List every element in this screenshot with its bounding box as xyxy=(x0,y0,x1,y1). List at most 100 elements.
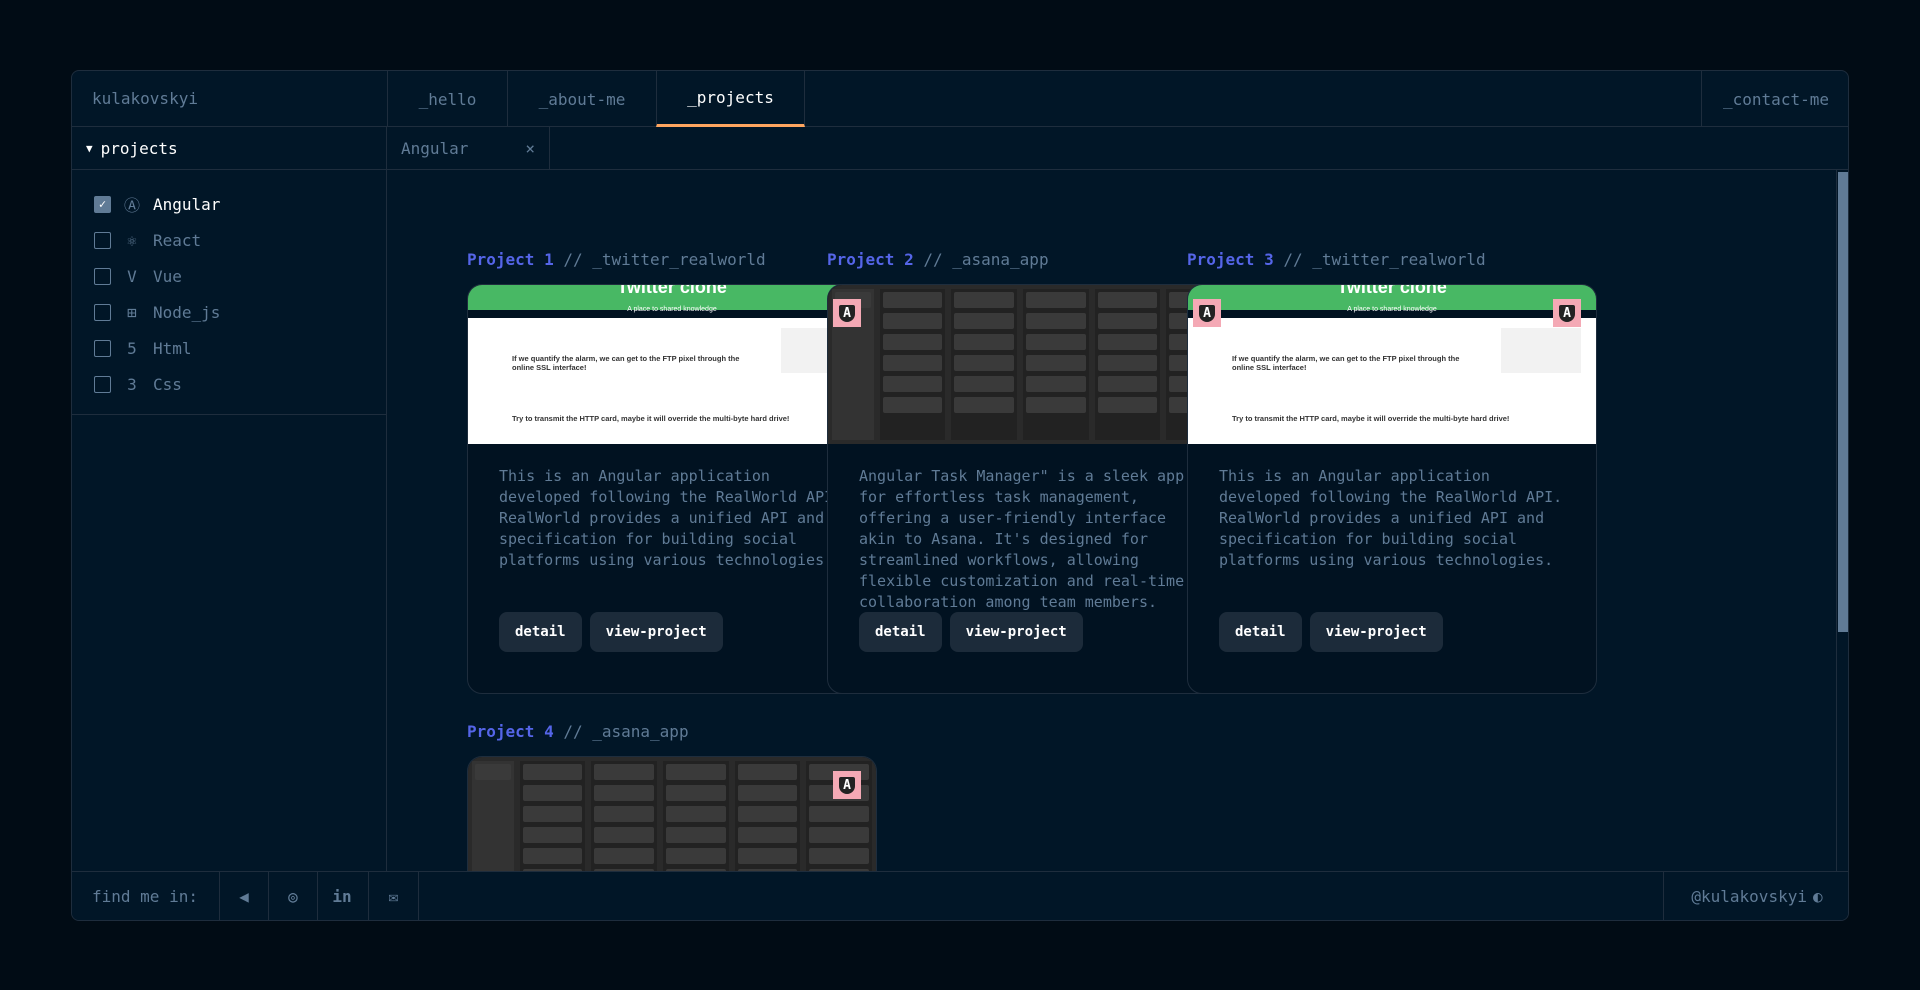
caret-down-icon: ▼ xyxy=(86,141,93,155)
vue-icon: V xyxy=(127,266,137,286)
project-title: Project 1 // _twitter_realworld xyxy=(467,250,877,284)
projects-section-toggle[interactable]: ▼ projects xyxy=(72,127,386,170)
thumb-post-2: Try to transmit the HTTP card, maybe it … xyxy=(512,414,790,423)
filter-angular[interactable]: ✓ Ⓐ Angular xyxy=(94,186,386,222)
project-name: // _asana_app xyxy=(923,250,1049,269)
project-thumbnail[interactable]: A xyxy=(468,757,876,871)
project-card-3: Project 3 // _twitter_realworld Twitter … xyxy=(1187,250,1597,694)
filter-label: Css xyxy=(153,374,182,394)
thumb-body: If we quantify the alarm, we can get to … xyxy=(1188,318,1596,444)
open-tabs-bar: Angular × xyxy=(387,127,1848,170)
mail-link[interactable]: ✉ xyxy=(368,872,419,920)
thumb-post: If we quantify the alarm, we can get to … xyxy=(1232,354,1460,372)
sidebar: ▼ projects ✓ Ⓐ Angular ⚛ React V Vue ⊞ Node_js 5 Ht… xyxy=(72,127,387,871)
projects-grid: Project 1 // _twitter_realworld Twitter … xyxy=(387,170,1836,871)
filter-node_js[interactable]: ⊞ Node_js xyxy=(94,294,386,330)
react-icon: ⚛ xyxy=(127,230,137,250)
open-tab-label: Angular xyxy=(401,139,469,158)
project-card: Twitter clone A place to shared knowledge… xyxy=(1187,284,1597,694)
portfolio-window: kulakovskyi _hello _about-me _projects _… xyxy=(71,70,1849,921)
angular-badge-icon: A xyxy=(1553,299,1581,327)
project-card-4: Project 4 // _asana_app A xyxy=(467,722,877,871)
checkbox[interactable] xyxy=(94,375,111,393)
project-card: A Angular Task Manager" is a sleek app fo… xyxy=(827,284,1237,694)
angular-badge-icon: A xyxy=(833,771,861,799)
filter-react[interactable]: ⚛ React xyxy=(94,222,386,258)
scrollbar[interactable] xyxy=(1836,170,1848,871)
popular-tags xyxy=(1501,328,1581,373)
project-number: Project 2 xyxy=(827,250,914,269)
project-card-1: Project 1 // _twitter_realworld Twitter … xyxy=(467,250,877,694)
checkbox[interactable] xyxy=(94,231,111,249)
find-me-label: find me in: xyxy=(92,887,198,906)
angular-icon: Ⓐ xyxy=(123,196,140,215)
angular-badge-icon: A xyxy=(833,299,861,327)
angular-badge-icon: A xyxy=(1193,299,1221,327)
tab-hello[interactable]: _hello xyxy=(387,71,507,127)
project-description: Angular Task Manager" is a sleek app for… xyxy=(859,467,1185,611)
filter-label: Html xyxy=(153,338,192,358)
view-project-button[interactable]: view-project xyxy=(589,612,723,652)
filter-label: Angular xyxy=(153,194,221,214)
view-project-button[interactable]: view-project xyxy=(1309,612,1443,652)
html5-icon: 5 xyxy=(127,338,137,358)
filter-vue[interactable]: V Vue xyxy=(94,258,386,294)
filter-label: React xyxy=(153,230,202,250)
thumb-header: Twitter clone A place to shared knowledge xyxy=(468,285,876,313)
linkedin-link[interactable]: in xyxy=(317,872,366,920)
detail-button[interactable]: detail xyxy=(499,612,582,652)
project-name: // _twitter_realworld xyxy=(563,250,766,269)
project-thumbnail[interactable]: A xyxy=(828,285,1236,444)
github-icon: ◐ xyxy=(1812,887,1823,906)
project-card-2: Project 2 // _asana_app A Angular Task Ma… xyxy=(827,250,1237,694)
filter-label: Node_js xyxy=(153,302,221,322)
filter-css[interactable]: 3 Css xyxy=(94,366,386,402)
project-card: Twitter clone A place to shared knowledge… xyxy=(467,284,877,694)
instagram-icon: ◎ xyxy=(288,887,298,906)
project-name: // _twitter_realworld xyxy=(1283,250,1486,269)
github-link[interactable]: @kulakovskyi ◐ xyxy=(1663,872,1848,920)
footer: find me in: ◀ ◎ in ✉ @kulakovskyi ◐ xyxy=(72,871,1848,920)
close-icon[interactable]: × xyxy=(525,139,535,158)
tab-contact-me[interactable]: _contact-me xyxy=(1701,71,1848,127)
project-number: Project 4 xyxy=(467,722,554,741)
thumb-title: Twitter clone xyxy=(617,285,727,297)
thumb-post: If we quantify the alarm, we can get to … xyxy=(512,354,740,372)
view-project-button[interactable]: view-project xyxy=(949,612,1083,652)
css3-icon: 3 xyxy=(127,374,137,394)
linkedin-icon: in xyxy=(332,887,352,906)
telegram-link[interactable]: ◀ xyxy=(219,872,268,920)
thumb-post-2: Try to transmit the HTTP card, maybe it … xyxy=(1232,414,1510,423)
scrollbar-thumb[interactable] xyxy=(1838,172,1848,632)
thumb-header: Twitter clone A place to shared knowledge xyxy=(1188,285,1596,313)
tab-about-me[interactable]: _about-me xyxy=(507,71,656,127)
checkbox[interactable]: ✓ xyxy=(94,195,111,213)
detail-button[interactable]: detail xyxy=(859,612,942,652)
checkbox[interactable] xyxy=(94,267,111,285)
thumb-subtitle: A place to shared knowledge xyxy=(1347,306,1437,313)
tab-projects[interactable]: _projects xyxy=(656,71,805,127)
checkbox[interactable] xyxy=(94,303,111,321)
project-title: Project 2 // _asana_app xyxy=(827,250,1237,284)
project-number: Project 3 xyxy=(1187,250,1274,269)
project-thumbnail[interactable]: Twitter clone A place to shared knowledge… xyxy=(468,285,876,444)
header: kulakovskyi _hello _about-me _projects _… xyxy=(72,71,1848,127)
filter-label: Vue xyxy=(153,266,182,286)
telegram-icon: ◀ xyxy=(239,887,249,906)
project-number: Project 1 xyxy=(467,250,554,269)
project-thumbnail[interactable]: Twitter clone A place to shared knowledge… xyxy=(1188,285,1596,444)
thumb-subtitle: A place to shared knowledge xyxy=(627,306,717,313)
mail-icon: ✉ xyxy=(388,887,399,906)
project-description: This is an Angular application developed… xyxy=(1219,467,1563,569)
project-title: Project 3 // _twitter_realworld xyxy=(1187,250,1597,284)
detail-button[interactable]: detail xyxy=(1219,612,1302,652)
checkbox[interactable] xyxy=(94,339,111,357)
project-title: Project 4 // _asana_app xyxy=(467,722,877,756)
project-card: A xyxy=(467,756,877,871)
instagram-link[interactable]: ◎ xyxy=(268,872,317,920)
thumb-title: Twitter clone xyxy=(1337,285,1447,297)
brand-name[interactable]: kulakovskyi xyxy=(92,89,198,108)
filter-html[interactable]: 5 Html xyxy=(94,330,386,366)
github-username: @kulakovskyi xyxy=(1691,887,1807,906)
open-tab-angular[interactable]: Angular × xyxy=(387,127,550,170)
